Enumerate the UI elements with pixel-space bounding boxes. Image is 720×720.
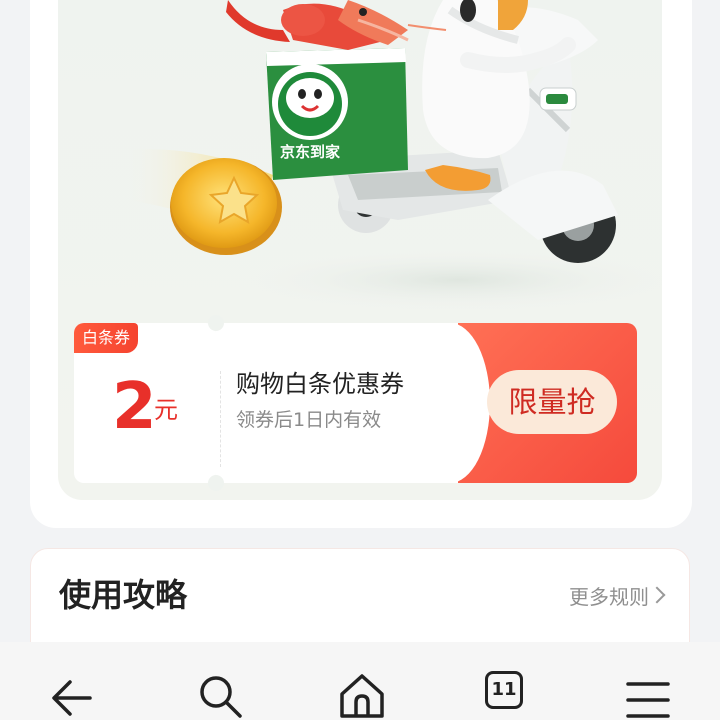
- home-icon: [340, 674, 384, 718]
- coupon-notch-bottom: [208, 475, 224, 491]
- coupon-divider: [220, 371, 221, 467]
- grab-coupon-button[interactable]: 限量抢: [487, 370, 617, 434]
- coupon-unit: 元: [154, 396, 178, 424]
- chevron-right-icon[interactable]: [648, 586, 666, 604]
- search-button[interactable]: [192, 662, 248, 718]
- coupon-amount: 2: [112, 370, 157, 444]
- coupon-type-badge: 白条券: [74, 323, 139, 353]
- tabs-button[interactable]: 11: [476, 662, 532, 718]
- back-icon: [52, 680, 92, 716]
- home-button[interactable]: [334, 662, 390, 718]
- coupon-card[interactable]: 白条券 2 元 购物白条优惠券 领券后1日内有效 限量抢: [74, 315, 637, 491]
- browser-bottom-bar: 11: [0, 642, 720, 720]
- menu-icon: [626, 682, 670, 718]
- coupon-title: 购物白条优惠券: [236, 370, 404, 398]
- usage-guide-title: 使用攻略: [59, 576, 188, 614]
- box-label: 京东到家: [280, 143, 340, 161]
- search-icon: [200, 676, 242, 718]
- menu-button[interactable]: [620, 662, 676, 718]
- tabs-icon: 11: [485, 671, 523, 709]
- back-button[interactable]: [44, 662, 100, 718]
- more-rules-link[interactable]: 更多规则: [569, 583, 649, 611]
- coupon-validity: 领券后1日内有效: [236, 409, 382, 431]
- coupon-notch-top: [208, 315, 224, 331]
